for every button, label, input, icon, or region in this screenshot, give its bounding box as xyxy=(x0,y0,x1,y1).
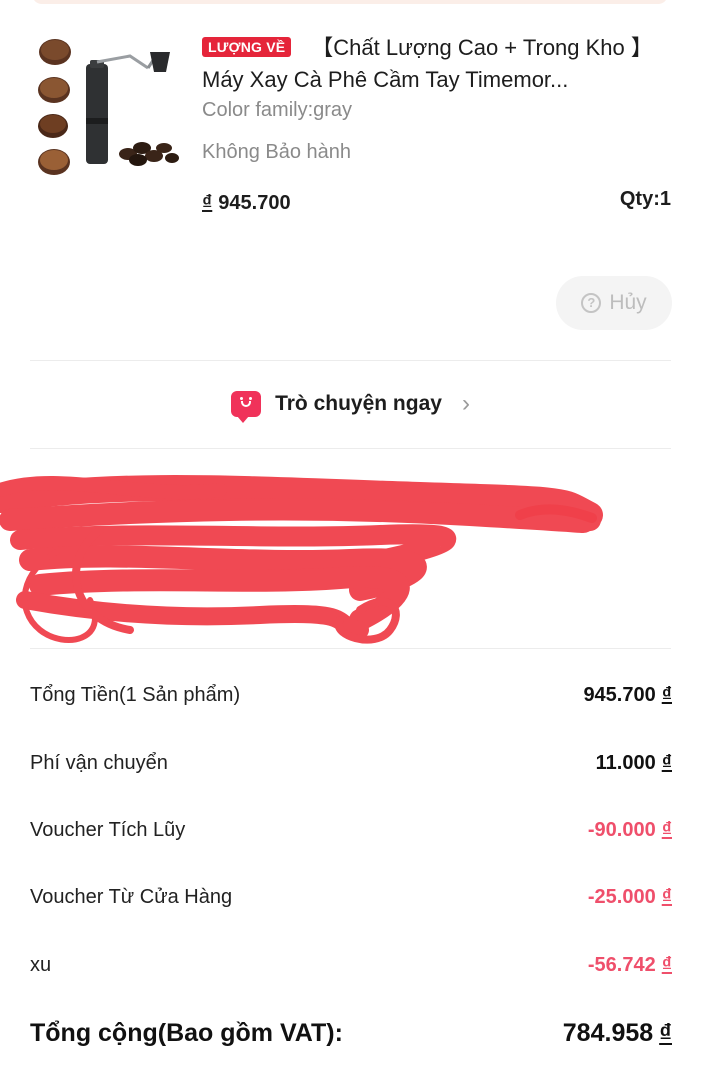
currency-symbol: ₫ xyxy=(661,886,672,908)
coffee-beans-icon xyxy=(119,142,179,166)
voucher-store-value: -25.000 ₫ xyxy=(587,886,672,908)
chat-now-label: Trò chuyện ngay xyxy=(275,392,442,415)
cancel-button[interactable]: ? Hủy xyxy=(556,276,672,330)
product-variant: Color family:gray xyxy=(202,99,353,121)
price-value: 945.700 xyxy=(218,192,291,214)
product-image[interactable] xyxy=(30,30,180,182)
coins-row: xu -56.742 ₫ xyxy=(30,954,672,977)
chat-now-button[interactable]: Trò chuyện ngay › xyxy=(0,384,701,424)
voucher-loyalty-value: -90.000 ₫ xyxy=(587,819,672,841)
help-circle-icon: ? xyxy=(581,293,602,313)
shipping-value: 11.000 ₫ xyxy=(595,752,672,774)
product-price: ₫ 945.700 xyxy=(202,192,291,215)
product-badge: LƯỢNG VỀ xyxy=(202,37,292,57)
chat-icon xyxy=(231,391,262,423)
coffee-grounds-icon xyxy=(38,39,71,175)
chevron-right-icon: › xyxy=(461,390,470,417)
divider xyxy=(30,648,671,649)
currency-symbol: ₫ xyxy=(661,684,672,706)
currency-symbol: ₫ xyxy=(661,954,672,976)
shipping-row: Phí vận chuyển 11.000 ₫ xyxy=(30,752,672,775)
previous-card-edge xyxy=(32,0,668,4)
cancel-button-label: Hủy xyxy=(609,291,647,314)
currency-symbol: ₫ xyxy=(659,1019,672,1047)
product-warranty: Không Bảo hành xyxy=(202,141,352,163)
coins-value: -56.742 ₫ xyxy=(587,954,672,976)
order-detail-page: LƯỢNG VỀ 【Chất Lượng Cao + Trong Kho 】 Má… xyxy=(0,0,701,1080)
shipping-label: Phí vận chuyển xyxy=(30,752,168,774)
voucher-store-row: Voucher Từ Cửa Hàng -25.000 ₫ xyxy=(30,886,672,909)
total-row: Tổng cộng(Bao gồm VAT): 784.958 ₫ xyxy=(30,1019,672,1048)
voucher-store-label: Voucher Từ Cửa Hàng xyxy=(30,886,233,908)
subtotal-row: Tổng Tiền(1 Sản phẩm) 945.700 ₫ xyxy=(30,684,672,707)
total-label: Tổng cộng(Bao gồm VAT): xyxy=(30,1019,343,1047)
voucher-loyalty-row: Voucher Tích Lũy -90.000 ₫ xyxy=(30,819,672,842)
total-value: 784.958 ₫ xyxy=(562,1019,672,1047)
product-quantity: Qty:1 xyxy=(619,188,671,210)
currency-symbol: ₫ xyxy=(202,192,213,214)
currency-symbol: ₫ xyxy=(661,752,672,774)
subtotal-label: Tổng Tiền(1 Sản phẩm) xyxy=(30,684,241,706)
subtotal-value: 945.700 ₫ xyxy=(583,684,672,706)
divider xyxy=(30,360,671,361)
coins-label: xu xyxy=(30,954,52,976)
divider xyxy=(30,448,671,449)
product-title[interactable]: LƯỢNG VỀ 【Chất Lượng Cao + Trong Kho 】 Má… xyxy=(202,32,672,96)
currency-symbol: ₫ xyxy=(661,819,672,841)
voucher-loyalty-label: Voucher Tích Lũy xyxy=(30,819,186,841)
redacted-address xyxy=(0,460,701,660)
